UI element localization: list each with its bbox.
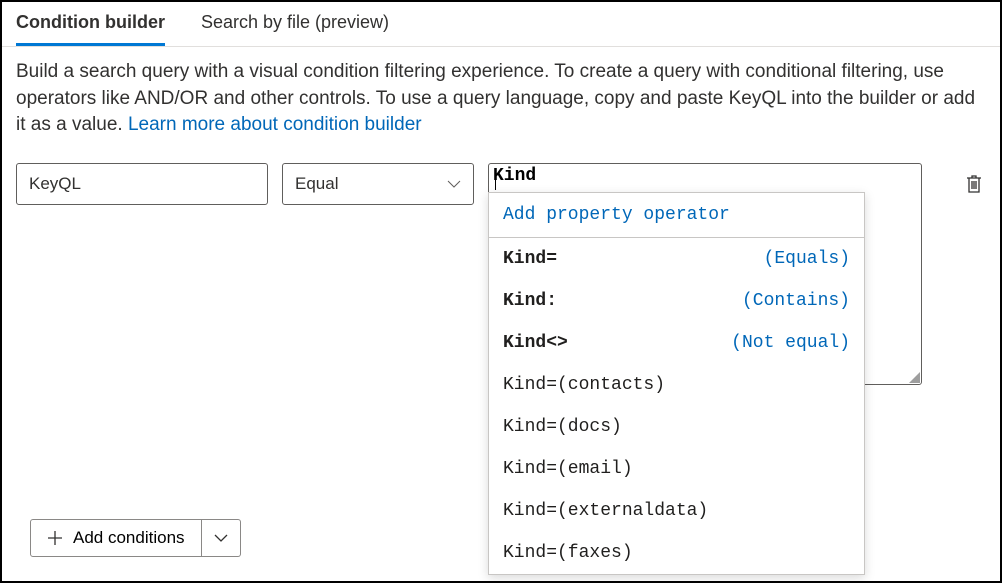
- autocomplete-op-hint: (Contains): [742, 291, 850, 311]
- autocomplete-value-item[interactable]: Kind=(contacts): [489, 364, 864, 406]
- autocomplete-op-hint: (Equals): [764, 249, 850, 269]
- resize-handle-icon[interactable]: [909, 372, 920, 383]
- autocomplete-operator-item[interactable]: Kind<> (Not equal): [489, 322, 864, 364]
- add-conditions-caret-button[interactable]: [202, 519, 241, 557]
- footer-actions: Add conditions: [30, 519, 241, 557]
- chevron-down-icon: [214, 531, 228, 545]
- tabs-bar: Condition builder Search by file (previe…: [2, 2, 1000, 47]
- delete-condition-button[interactable]: [962, 163, 986, 205]
- autocomplete-value-label: Kind=(externaldata): [503, 501, 708, 521]
- condition-row: KeyQL Equal Add property operator Kind= …: [2, 153, 1000, 395]
- autocomplete-value-label: Kind=(contacts): [503, 375, 665, 395]
- autocomplete-value-label: Kind=(docs): [503, 417, 622, 437]
- operator-select-value: Equal: [295, 174, 338, 194]
- value-group: Add property operator Kind= (Equals) Kin…: [488, 163, 948, 385]
- autocomplete-dropdown: Add property operator Kind= (Equals) Kin…: [488, 192, 865, 575]
- chevron-down-icon: [447, 177, 461, 191]
- autocomplete-value-item[interactable]: Kind=(email): [489, 448, 864, 490]
- autocomplete-value-item[interactable]: Kind=(docs): [489, 406, 864, 448]
- property-select-value: KeyQL: [29, 174, 81, 194]
- description-text: Build a search query with a visual condi…: [2, 47, 1000, 153]
- autocomplete-operator-item[interactable]: Kind= (Equals): [489, 238, 864, 280]
- plus-icon: [47, 530, 63, 546]
- operator-select[interactable]: Equal: [282, 163, 474, 205]
- learn-more-link[interactable]: Learn more about condition builder: [128, 114, 422, 135]
- add-conditions-label: Add conditions: [73, 528, 185, 548]
- autocomplete-op-label: Kind=: [503, 249, 557, 269]
- autocomplete-op-label: Kind:: [503, 291, 557, 311]
- autocomplete-value-item[interactable]: Kind=(externaldata): [489, 490, 864, 532]
- property-select[interactable]: KeyQL: [16, 163, 268, 205]
- autocomplete-header: Add property operator: [489, 193, 864, 238]
- autocomplete-value-item[interactable]: Kind=(faxes): [489, 532, 864, 574]
- trash-icon: [964, 173, 984, 195]
- autocomplete-value-label: Kind=(email): [503, 459, 633, 479]
- tab-condition-builder[interactable]: Condition builder: [16, 12, 165, 46]
- tab-search-by-file[interactable]: Search by file (preview): [201, 12, 389, 46]
- value-input[interactable]: [493, 166, 913, 186]
- autocomplete-operator-item[interactable]: Kind: (Contains): [489, 280, 864, 322]
- autocomplete-op-hint: (Not equal): [731, 333, 850, 353]
- add-conditions-button[interactable]: Add conditions: [30, 519, 202, 557]
- autocomplete-value-label: Kind=(faxes): [503, 543, 633, 563]
- autocomplete-op-label: Kind<>: [503, 333, 568, 353]
